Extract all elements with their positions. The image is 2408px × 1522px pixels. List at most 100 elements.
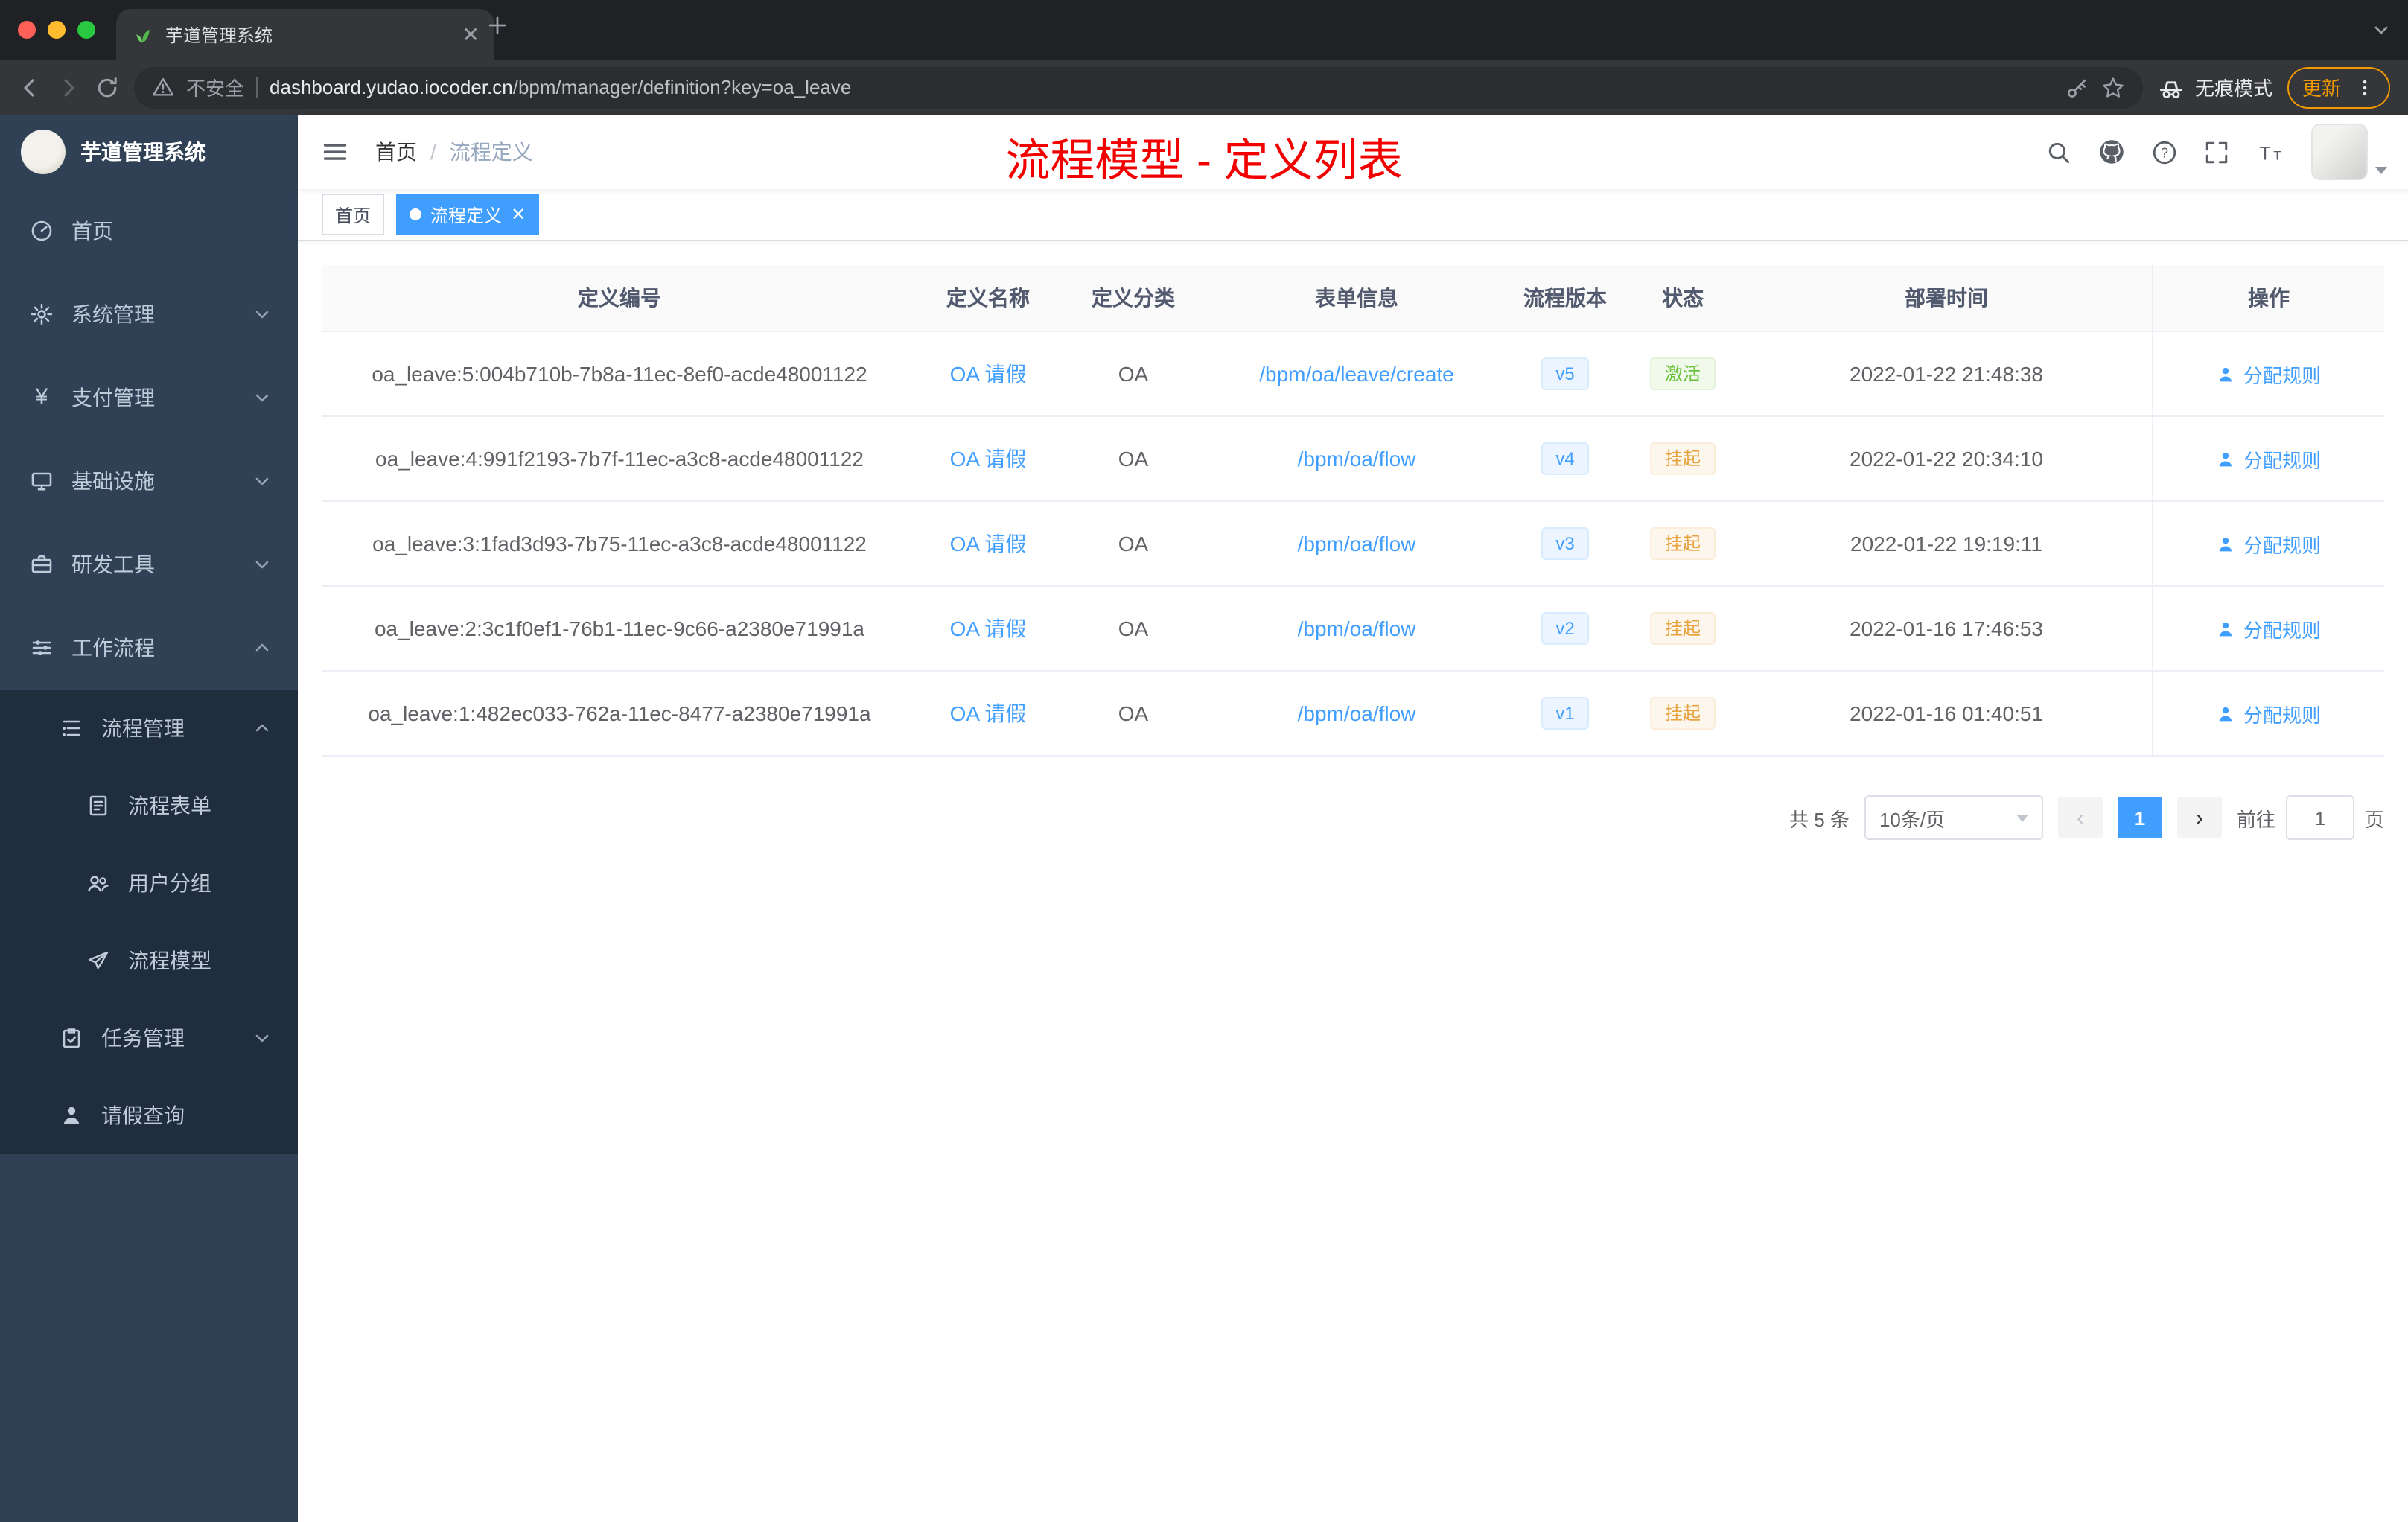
version-tag: v3 bbox=[1541, 527, 1590, 560]
tag-close-icon[interactable]: ✕ bbox=[511, 206, 526, 223]
goto-page-input[interactable] bbox=[2285, 795, 2354, 840]
sidebar-item-payment[interactable]: ¥ 支付管理 bbox=[0, 356, 298, 439]
definition-category: OA bbox=[1118, 362, 1149, 386]
tag-process-definition[interactable]: 流程定义 ✕ bbox=[396, 194, 540, 235]
sidebar-item-infrastructure[interactable]: 基础设施 bbox=[0, 439, 298, 523]
sidebar: 芋道管理系统 首页 系统管理 ¥ 支付管理 基础设施 研发工具 工作流程 流程管… bbox=[0, 115, 298, 1522]
app-logo[interactable]: 芋道管理系统 bbox=[0, 115, 298, 189]
user-avatar-menu[interactable] bbox=[2311, 124, 2387, 180]
tab-favicon-icon bbox=[136, 28, 150, 42]
sidebar-toggle-icon[interactable] bbox=[298, 138, 348, 165]
sidebar-item-workflow[interactable]: 工作流程 bbox=[0, 606, 298, 690]
chevron-down-icon bbox=[253, 555, 271, 573]
logo-avatar bbox=[21, 130, 66, 174]
definition-name-link[interactable]: OA 请假 bbox=[950, 362, 1027, 386]
help-icon[interactable]: ? bbox=[2152, 139, 2177, 165]
password-key-icon[interactable] bbox=[2065, 75, 2089, 99]
incognito-label: 无痕模式 bbox=[2194, 77, 2272, 100]
status-badge: 挂起 bbox=[1649, 612, 1716, 645]
definition-category: OA bbox=[1118, 701, 1149, 725]
tab-search-caret-icon[interactable] bbox=[2372, 21, 2390, 39]
definition-id: oa_leave:3:1fad3d93-7b75-11ec-a3c8-acde4… bbox=[372, 532, 867, 555]
form-info-link[interactable]: /bpm/oa/flow bbox=[1298, 701, 1416, 725]
prev-page-button[interactable]: ‹ bbox=[2057, 797, 2103, 838]
person-icon bbox=[2220, 451, 2233, 466]
tag-home[interactable]: 首页 bbox=[322, 194, 385, 235]
total-count: 共 5 条 bbox=[1789, 808, 1850, 830]
url-host: dashboard.yudao.iocoder.cn bbox=[270, 76, 513, 98]
sidebar-item-leave-query[interactable]: 请假查询 bbox=[0, 1077, 298, 1154]
reload-icon[interactable] bbox=[95, 75, 119, 99]
sidebar-item-process-model[interactable]: 流程模型 bbox=[0, 922, 298, 999]
current-page-button[interactable]: 1 bbox=[2117, 797, 2162, 838]
table-row: oa_leave:2:3c1f0ef1-76b1-11ec-9c66-a2380… bbox=[322, 587, 2384, 672]
status-badge: 挂起 bbox=[1649, 697, 1716, 730]
tab-close-icon[interactable]: ✕ bbox=[462, 24, 480, 45]
browser-tab-strip: 芋道管理系统 ✕ bbox=[0, 0, 2408, 60]
close-window-button[interactable] bbox=[18, 21, 36, 39]
svg-text:T: T bbox=[2273, 148, 2281, 162]
form-info-link[interactable]: /bpm/oa/flow bbox=[1298, 532, 1416, 555]
column-header: 定义编号 bbox=[578, 286, 661, 310]
next-page-button[interactable]: › bbox=[2176, 797, 2222, 838]
column-header: 定义名称 bbox=[946, 286, 1030, 310]
zoom-window-button[interactable] bbox=[77, 21, 95, 39]
sidebar-item-devtools[interactable]: 研发工具 bbox=[0, 523, 298, 606]
sidebar-item-process-form[interactable]: 流程表单 bbox=[0, 767, 298, 844]
toolbox-icon bbox=[31, 555, 52, 573]
deploy-time: 2022-01-22 20:34:10 bbox=[1850, 447, 2043, 471]
definition-name-link[interactable]: OA 请假 bbox=[950, 617, 1027, 640]
definition-table: 定义编号 定义名称 定义分类 表单信息 流程版本 状态 部署时间 操作 oa_l… bbox=[322, 265, 2384, 757]
form-info-link[interactable]: /bpm/oa/leave/create bbox=[1259, 362, 1454, 386]
deploy-time: 2022-01-16 01:40:51 bbox=[1850, 701, 2043, 725]
form-info-link[interactable]: /bpm/oa/flow bbox=[1298, 447, 1416, 471]
caret-down-icon bbox=[2375, 167, 2387, 174]
sidebar-item-process-management[interactable]: 流程管理 bbox=[0, 690, 298, 767]
workflow-icon bbox=[32, 640, 51, 655]
minimize-window-button[interactable] bbox=[48, 21, 66, 39]
sidebar-item-user-group[interactable]: 用户分组 bbox=[0, 844, 298, 922]
chevron-up-icon bbox=[253, 719, 271, 737]
assign-rule-link[interactable]: 分配规则 bbox=[2217, 614, 2321, 643]
assign-rule-link[interactable]: 分配规则 bbox=[2217, 445, 2321, 473]
chevron-down-icon bbox=[253, 389, 271, 407]
definition-name-link[interactable]: OA 请假 bbox=[950, 701, 1027, 725]
sidebar-item-task-management[interactable]: 任务管理 bbox=[0, 999, 298, 1077]
definition-category: OA bbox=[1118, 447, 1149, 471]
back-icon[interactable] bbox=[18, 75, 42, 99]
page-size-select[interactable]: 10条/页 bbox=[1864, 795, 2043, 840]
font-size-icon[interactable]: TT bbox=[2256, 139, 2284, 165]
table-header-row: 定义编号 定义名称 定义分类 表单信息 流程版本 状态 部署时间 操作 bbox=[322, 265, 2384, 332]
breadcrumb: 首页 / 流程定义 bbox=[375, 137, 533, 167]
breadcrumb-home[interactable]: 首页 bbox=[375, 137, 417, 167]
goto-suffix: 页 bbox=[2364, 808, 2384, 830]
sidebar-item-home[interactable]: 首页 bbox=[0, 189, 298, 273]
assign-rule-link[interactable]: 分配规则 bbox=[2217, 699, 2321, 727]
goto-label: 前往 bbox=[2236, 808, 2275, 830]
definition-name-link[interactable]: OA 请假 bbox=[950, 532, 1027, 555]
chrome-update-button[interactable]: 更新 bbox=[2287, 66, 2390, 108]
browser-tab[interactable]: 芋道管理系统 ✕ bbox=[116, 9, 494, 60]
forward-icon[interactable] bbox=[57, 75, 80, 99]
address-bar[interactable]: 不安全 dashboard.yudao.iocoder.cn/bpm/manag… bbox=[134, 66, 2143, 108]
form-info-link[interactable]: /bpm/oa/flow bbox=[1298, 617, 1416, 640]
version-tag: v4 bbox=[1541, 442, 1590, 475]
definition-name-link[interactable]: OA 请假 bbox=[950, 447, 1027, 471]
omnibox-divider bbox=[256, 77, 258, 98]
assign-rule-link[interactable]: 分配规则 bbox=[2217, 529, 2321, 558]
definition-id: oa_leave:2:3c1f0ef1-76b1-11ec-9c66-a2380… bbox=[374, 617, 864, 640]
sidebar-item-system[interactable]: 系统管理 bbox=[0, 273, 298, 356]
avatar[interactable] bbox=[2311, 124, 2368, 180]
github-icon[interactable] bbox=[2098, 138, 2125, 165]
paper-plane-icon bbox=[88, 951, 109, 969]
tab-title: 芋道管理系统 bbox=[165, 25, 273, 45]
search-icon[interactable] bbox=[2046, 139, 2071, 165]
assign-rule-link[interactable]: 分配规则 bbox=[2217, 360, 2321, 388]
person-icon bbox=[2220, 621, 2233, 636]
definition-id: oa_leave:5:004b710b-7b8a-11ec-8ef0-acde4… bbox=[372, 362, 867, 386]
new-tab-button[interactable] bbox=[485, 13, 509, 37]
browser-menu-icon[interactable] bbox=[2354, 77, 2375, 98]
fullscreen-icon[interactable] bbox=[2204, 139, 2229, 165]
bookmark-star-icon[interactable] bbox=[2101, 75, 2125, 99]
chevron-down-icon bbox=[253, 472, 271, 490]
